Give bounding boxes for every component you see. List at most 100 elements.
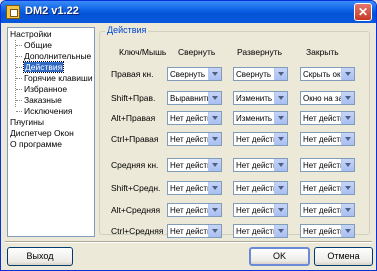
close-select[interactable]: Нет действия: [300, 111, 355, 125]
title-bar[interactable]: DM2 v1.22 ✕: [1, 1, 376, 23]
close-button[interactable]: ✕: [354, 3, 372, 21]
close-select[interactable]: Нет действия: [300, 224, 355, 238]
dropdown-arrow-icon[interactable]: [274, 225, 287, 237]
close-select-value: Нет действия: [303, 135, 341, 144]
header-maximize: Развернуть: [237, 47, 283, 57]
minimize-select-value: Нет действия: [170, 184, 208, 193]
dropdown-arrow-icon[interactable]: [274, 112, 287, 124]
row-label: Ctrl+Правая: [111, 134, 159, 144]
dropdown-arrow-icon[interactable]: [274, 68, 287, 80]
maximize-select[interactable]: Изменить: [233, 91, 288, 105]
dropdown-arrow-icon[interactable]: [208, 159, 221, 171]
dropdown-arrow-icon[interactable]: [341, 112, 354, 124]
close-select[interactable]: Нет действия: [300, 158, 355, 172]
header-close: Закрыть: [306, 47, 339, 57]
dropdown-arrow-icon[interactable]: [208, 204, 221, 216]
row-label: Shift+Прав.: [111, 93, 156, 103]
dropdown-arrow-icon[interactable]: [274, 182, 287, 194]
dropdown-arrow-icon[interactable]: [208, 182, 221, 194]
dropdown-arrow-icon[interactable]: [341, 182, 354, 194]
row-label: Alt+Правая: [111, 113, 156, 123]
close-select[interactable]: Скрыть окно: [300, 67, 355, 81]
dropdown-arrow-icon[interactable]: [274, 159, 287, 171]
maximize-select[interactable]: Изменить: [233, 111, 288, 125]
dropdown-arrow-icon[interactable]: [341, 133, 354, 145]
maximize-select-value: Нет действия: [236, 206, 274, 215]
maximize-select-value: Нет действия: [236, 184, 274, 193]
maximize-select[interactable]: Нет действия: [233, 132, 288, 146]
dropdown-arrow-icon[interactable]: [341, 225, 354, 237]
minimize-select[interactable]: Выравнить: [167, 91, 222, 105]
close-select[interactable]: Нет действия: [300, 181, 355, 195]
minimize-select[interactable]: Нет действия: [167, 111, 222, 125]
close-select-value: Нет действия: [303, 227, 341, 236]
footer-separator: [5, 241, 372, 243]
minimize-select-value: Нет действия: [170, 135, 208, 144]
maximize-select[interactable]: Нет действия: [233, 181, 288, 195]
tree-item-custom[interactable]: Заказные: [24, 95, 62, 106]
tree-item-hotkeys[interactable]: Горячие клавиши: [24, 73, 93, 84]
tree-item-additional[interactable]: Дополнительные: [24, 51, 91, 62]
minimize-select[interactable]: Свернуть: [167, 67, 222, 81]
tree-item-favorites[interactable]: Избранное: [24, 84, 67, 95]
minimize-select-value: Нет действия: [170, 227, 208, 236]
maximize-select[interactable]: Нет действия: [233, 203, 288, 217]
dropdown-arrow-icon[interactable]: [274, 92, 287, 104]
settings-tree[interactable]: Настройки Общие Дополнительные Действия …: [7, 27, 95, 237]
row-label: Shift+Средн.: [111, 183, 161, 193]
tree-item-window-manager[interactable]: Диспетчер Окон: [10, 128, 74, 139]
tree-item-about[interactable]: О программе: [10, 139, 62, 150]
maximize-select-value: Изменить: [236, 94, 273, 103]
maximize-select[interactable]: Нет действия: [233, 224, 288, 238]
dropdown-arrow-icon[interactable]: [341, 92, 354, 104]
minimize-select-value: Нет действия: [170, 206, 208, 215]
minimize-select[interactable]: Нет действия: [167, 224, 222, 238]
close-select[interactable]: Окно на задний план: [300, 91, 355, 105]
minimize-select[interactable]: Нет действия: [167, 158, 222, 172]
tree-item-exceptions[interactable]: Исключения: [24, 106, 73, 117]
dropdown-arrow-icon[interactable]: [341, 68, 354, 80]
tree-item-plugins[interactable]: Плугины: [10, 117, 44, 128]
maximize-select-value: Нет действия: [236, 161, 274, 170]
app-icon: [6, 5, 20, 19]
minimize-select-value: Выравнить: [170, 94, 208, 103]
maximize-select[interactable]: Свернуть: [233, 67, 288, 81]
dropdown-arrow-icon[interactable]: [341, 159, 354, 171]
cancel-button[interactable]: Отмена: [314, 247, 373, 266]
exit-button[interactable]: Выход: [7, 247, 73, 266]
row-label: Ctrl+Средняя: [111, 226, 164, 236]
row-label: Средняя кн.: [111, 160, 159, 170]
header-minimize: Свернуть: [178, 47, 216, 57]
close-select[interactable]: Нет действия: [300, 132, 355, 146]
header-key-mouse: Ключ/Мышь: [119, 47, 167, 57]
tree-item-actions[interactable]: Действия: [22, 61, 65, 73]
minimize-select[interactable]: Нет действия: [167, 203, 222, 217]
window-title: DM2 v1.22: [25, 5, 79, 17]
close-select-value: Нет действия: [303, 206, 341, 215]
dropdown-arrow-icon[interactable]: [208, 68, 221, 80]
minimize-select[interactable]: Нет действия: [167, 181, 222, 195]
tree-item-settings[interactable]: Настройки: [10, 29, 52, 40]
close-select-value: Окно на задний план: [303, 94, 341, 103]
close-select-value: Нет действия: [303, 114, 341, 123]
dropdown-arrow-icon[interactable]: [274, 133, 287, 145]
minimize-select[interactable]: Нет действия: [167, 132, 222, 146]
tree-item-general[interactable]: Общие: [24, 40, 52, 51]
close-select[interactable]: Нет действия: [300, 203, 355, 217]
row-label: Alt+Средняя: [111, 205, 161, 215]
dropdown-arrow-icon[interactable]: [341, 204, 354, 216]
row-label: Правая кн.: [111, 69, 154, 79]
ok-button[interactable]: OK: [249, 247, 310, 266]
dropdown-arrow-icon[interactable]: [208, 133, 221, 145]
maximize-select-value: Нет действия: [236, 227, 274, 236]
dropdown-arrow-icon[interactable]: [208, 112, 221, 124]
dropdown-arrow-icon[interactable]: [208, 92, 221, 104]
close-select-value: Нет действия: [303, 161, 341, 170]
maximize-select-value: Свернуть: [236, 70, 272, 79]
minimize-select-value: Свернуть: [170, 70, 206, 79]
dropdown-arrow-icon[interactable]: [208, 225, 221, 237]
dropdown-arrow-icon[interactable]: [274, 204, 287, 216]
maximize-select[interactable]: Нет действия: [233, 158, 288, 172]
minimize-select-value: Нет действия: [170, 114, 208, 123]
close-select-value: Скрыть окно: [303, 70, 341, 79]
